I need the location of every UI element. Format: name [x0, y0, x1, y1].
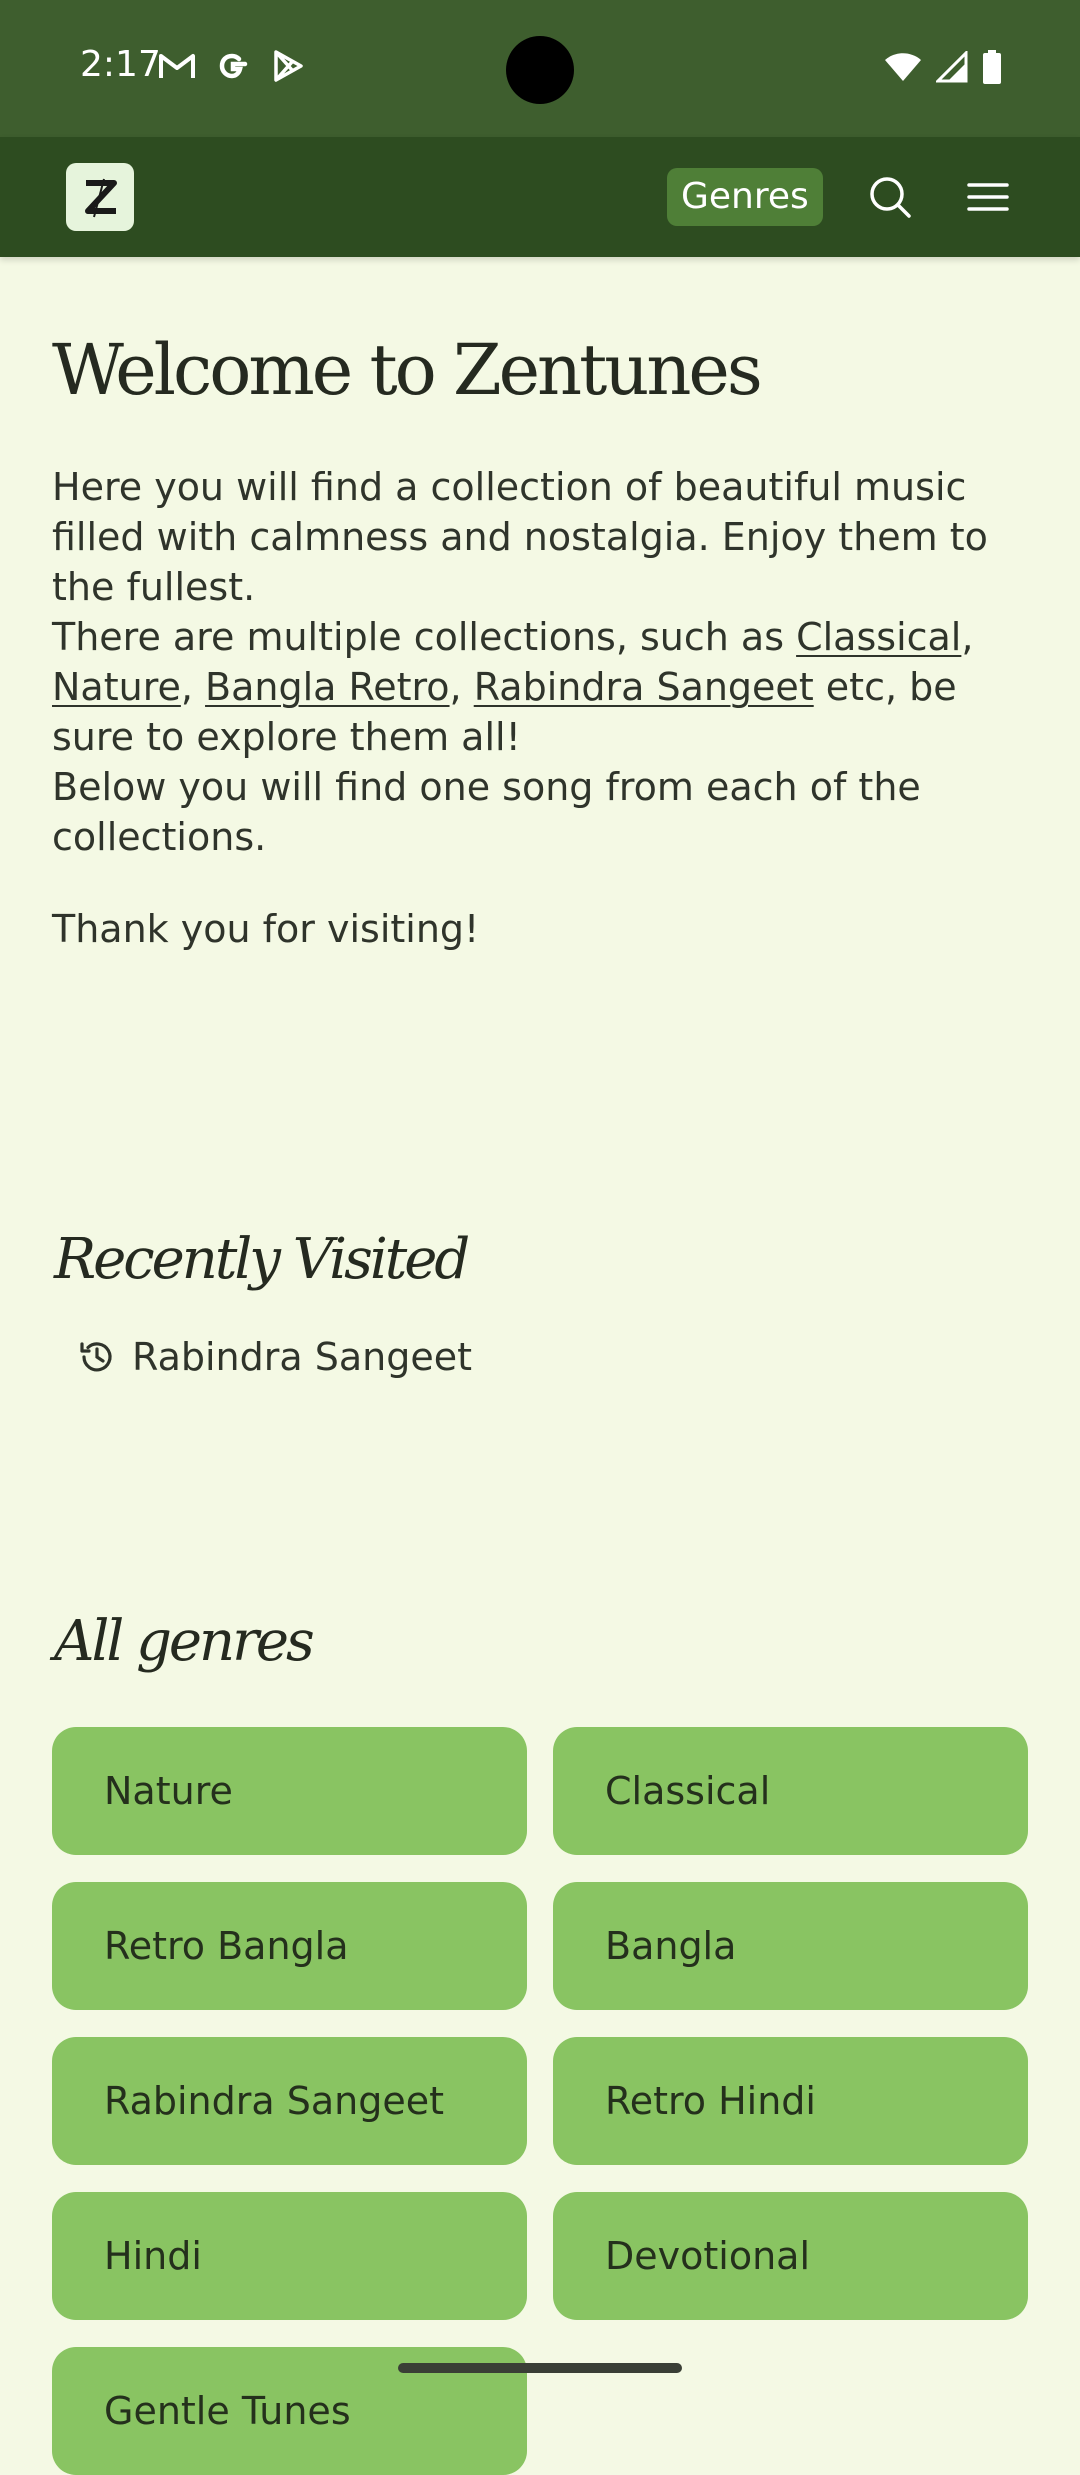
signal-icon	[936, 51, 968, 83]
thanks-text: Thank you for visiting!	[52, 907, 480, 951]
home-indicator[interactable]	[398, 2363, 682, 2373]
intro-line-3: Below you will find one song from each o…	[52, 765, 921, 859]
genres-button[interactable]: Genres	[667, 168, 823, 226]
search-icon	[870, 177, 911, 218]
zentunes-logo[interactable]	[66, 163, 134, 231]
camera-cutout	[506, 36, 574, 104]
genre-button-bangla[interactable]: Bangla	[553, 1882, 1028, 2010]
all-genres-title: All genres	[54, 1609, 315, 1674]
gmail-icon	[159, 54, 195, 78]
link-rabindra-sangeet[interactable]: Rabindra Sangeet	[474, 665, 814, 709]
battery-icon	[983, 50, 1001, 84]
recent-item[interactable]: Rabindra Sangeet	[78, 1335, 472, 1379]
status-time: 2:17	[80, 44, 161, 85]
link-bangla-retro[interactable]: Bangla Retro	[205, 665, 450, 709]
genre-button-nature[interactable]: Nature	[52, 1727, 527, 1855]
status-system-icons	[884, 50, 1002, 84]
search-button[interactable]	[862, 169, 918, 225]
genre-button-rabindra-sangeet[interactable]: Rabindra Sangeet	[52, 2037, 527, 2165]
google-icon	[219, 53, 248, 79]
link-nature[interactable]: Nature	[52, 665, 181, 709]
intro-line-1: Here you will find a collection of beaut…	[52, 465, 988, 609]
zentunes-logo-icon	[85, 178, 117, 218]
intro-text: Here you will find a collection of beaut…	[52, 462, 1037, 862]
genre-button-devotional[interactable]: Devotional	[553, 2192, 1028, 2320]
menu-button[interactable]	[960, 169, 1016, 225]
genre-button-retro-hindi[interactable]: Retro Hindi	[553, 2037, 1028, 2165]
intro-line-2: There are multiple collections, such as …	[52, 615, 974, 759]
play-store-icon	[274, 50, 303, 82]
app-bar: Genres	[0, 137, 1080, 257]
status-bar: 2:17	[0, 0, 1080, 137]
status-notification-icons	[158, 48, 306, 84]
menu-icon	[967, 183, 1009, 211]
genre-button-retro-bangla[interactable]: Retro Bangla	[52, 1882, 527, 2010]
genre-button-classical[interactable]: Classical	[553, 1727, 1028, 1855]
link-classical[interactable]: Classical	[796, 615, 961, 659]
wifi-icon	[885, 53, 921, 81]
intro-line-2-prefix: There are multiple collections, such as	[52, 615, 797, 659]
history-icon	[80, 1342, 112, 1372]
page-title: Welcome to Zentunes	[52, 329, 763, 411]
recently-visited-title: Recently Visited	[54, 1227, 470, 1292]
recent-item-label: Rabindra Sangeet	[132, 1335, 472, 1379]
genre-button-hindi[interactable]: Hindi	[52, 2192, 527, 2320]
